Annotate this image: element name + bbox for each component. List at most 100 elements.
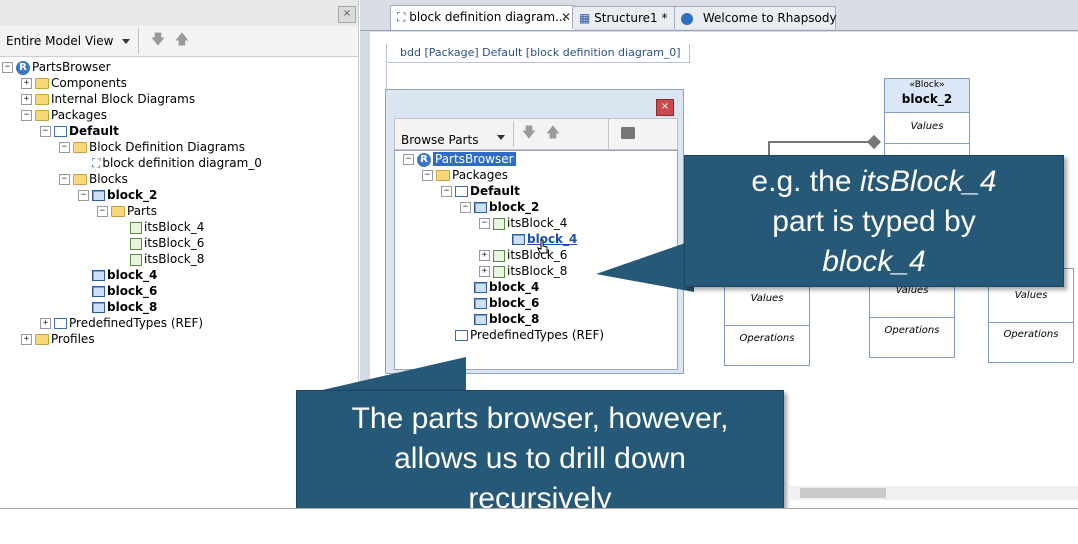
tree-node[interactable]: + Internal Block Diagrams: [21, 91, 195, 107]
collapse-icon[interactable]: −: [40, 126, 51, 137]
callout-drill-down: The parts browser, however, allows us to…: [296, 390, 784, 526]
browser-titlebar: [0, 0, 358, 27]
tree-node[interactable]: − Packages: [422, 167, 508, 183]
tree-node[interactable]: − Packages: [21, 107, 107, 123]
tree-node[interactable]: − R PartsBrowser: [403, 151, 516, 167]
tree-node[interactable]: − Parts: [97, 203, 157, 219]
values-compartment: Values: [910, 121, 944, 132]
tab-structure1[interactable]: ▦ Structure1 *: [572, 6, 678, 29]
callout-typed-by: e.g. the itsBlock_4 part is typed by blo…: [684, 155, 1064, 287]
diagram-icon: ⛶: [397, 10, 406, 24]
composition-connector[interactable]: [768, 141, 876, 143]
close-tab-icon[interactable]: ✕: [561, 6, 571, 28]
expand-icon[interactable]: +: [21, 78, 32, 89]
rhapsody-logo-icon: R: [417, 152, 431, 167]
collapse-icon[interactable]: −: [460, 202, 471, 213]
browse-parts-label: Browse Parts: [401, 133, 479, 147]
folder-icon: [35, 110, 49, 121]
move-down-button[interactable]: 🡇: [519, 123, 539, 143]
structure-diagram-icon: ▦: [579, 11, 591, 25]
tree-node[interactable]: block_4: [460, 279, 539, 295]
tree-node[interactable]: − Default: [441, 183, 520, 199]
browser-toolbar: Entire Model View 🡇 🡅: [0, 26, 358, 57]
move-down-button[interactable]: 🡇: [148, 30, 168, 50]
tree-node-label: block definition diagram_0: [102, 156, 262, 170]
callout-line: allows us to drill down: [394, 442, 686, 475]
expand-icon[interactable]: +: [479, 250, 490, 261]
tree-node[interactable]: itsBlock_6: [116, 235, 204, 251]
tree-node-label: PartsBrowser: [32, 60, 111, 74]
locate-in-browser-icon[interactable]: [621, 127, 635, 139]
collapse-icon[interactable]: −: [2, 62, 13, 73]
tree-node[interactable]: ⛶ block definition diagram_0: [78, 155, 262, 171]
block-icon: [474, 298, 487, 309]
tree-node-label: itsBlock_8: [144, 252, 205, 266]
tree-node[interactable]: − block_2: [460, 199, 539, 215]
package-icon: [455, 330, 468, 341]
tree-node[interactable]: block_8: [78, 299, 157, 315]
tab-block-definition-diagram[interactable]: ⛶ block definition diagram... ✕: [390, 5, 576, 30]
tree-node[interactable]: + Profiles: [21, 331, 95, 347]
tree-node[interactable]: − itsBlock_4: [479, 215, 567, 231]
block-icon: [512, 234, 525, 245]
close-dialog-button[interactable]: ×: [656, 99, 674, 116]
block-icon: [474, 202, 487, 213]
scrollbar-thumb[interactable]: [800, 488, 886, 498]
tree-node[interactable]: + Components: [21, 75, 127, 91]
expand-icon[interactable]: +: [21, 94, 32, 105]
operations-compartment: Operations: [739, 333, 795, 344]
block-icon: [92, 270, 105, 281]
diagram-icon: ⛶: [92, 156, 101, 170]
collapse-icon[interactable]: −: [97, 206, 108, 217]
tree-node[interactable]: − block_2: [78, 187, 157, 203]
move-up-button[interactable]: 🡅: [172, 30, 192, 50]
package-icon: [455, 186, 468, 197]
dialog-titlebar[interactable]: [386, 90, 683, 118]
collapse-icon[interactable]: −: [441, 186, 452, 197]
tab-welcome[interactable]: Welcome to Rhapsody: [674, 6, 837, 29]
tree-node-label: Packages: [452, 168, 508, 182]
compartment-divider: [725, 325, 809, 326]
close-browser-button[interactable]: ×: [338, 6, 356, 23]
tree-node[interactable]: PredefinedTypes (REF): [441, 327, 604, 343]
tree-node-label: itsBlock_4: [507, 216, 568, 230]
collapse-icon[interactable]: −: [78, 190, 89, 201]
tree-node[interactable]: − Default: [40, 123, 119, 139]
browse-parts-dropdown[interactable]: Browse Parts: [395, 121, 514, 147]
block-icon: [474, 314, 487, 325]
collapse-icon[interactable]: −: [479, 218, 490, 229]
tree-node[interactable]: itsBlock_4: [116, 219, 204, 235]
view-select-dropdown[interactable]: Entire Model View: [0, 28, 139, 54]
folder-open-icon: [73, 174, 87, 185]
expand-icon[interactable]: +: [479, 266, 490, 277]
tree-node[interactable]: + PredefinedTypes (REF): [40, 315, 203, 331]
tree-node[interactable]: itsBlock_8: [116, 251, 204, 267]
collapse-icon[interactable]: −: [21, 110, 32, 121]
tree-node[interactable]: − Blocks: [59, 171, 128, 187]
tree-node-label: block_8: [489, 312, 540, 326]
callout-text-italic: block_4: [822, 245, 926, 278]
expand-icon[interactable]: +: [40, 318, 51, 329]
collapse-icon[interactable]: −: [422, 170, 433, 181]
expand-icon[interactable]: +: [21, 334, 32, 345]
tree-node[interactable]: block_6: [460, 295, 539, 311]
collapse-icon[interactable]: −: [59, 174, 70, 185]
tree-node[interactable]: − Block Definition Diagrams: [59, 139, 245, 155]
tree-node[interactable]: + itsBlock_8: [479, 263, 567, 279]
move-up-button[interactable]: 🡅: [543, 123, 563, 143]
collapse-icon[interactable]: −: [403, 154, 414, 165]
tree-node-label: Profiles: [51, 332, 95, 346]
folder-icon: [35, 94, 49, 105]
block-2-shape[interactable]: «Block» block_2 Values: [884, 78, 970, 166]
tree-node[interactable]: − R PartsBrowser: [2, 59, 111, 75]
tree-node[interactable]: block_6: [78, 283, 157, 299]
tree-node[interactable]: block_4: [78, 267, 157, 283]
callout-text: e.g. the: [751, 165, 860, 198]
tree-node[interactable]: + itsBlock_6: [479, 247, 567, 263]
folder-icon: [436, 170, 450, 181]
frame-label: bdd [Package] Default [block definition …: [388, 44, 690, 63]
package-icon: [54, 126, 67, 137]
parts-browser-dialog: × Browse Parts 🡇 🡅 − R PartsBrowser − Packag…: [385, 89, 684, 374]
tree-node[interactable]: block_8: [460, 311, 539, 327]
collapse-icon[interactable]: −: [59, 142, 70, 153]
